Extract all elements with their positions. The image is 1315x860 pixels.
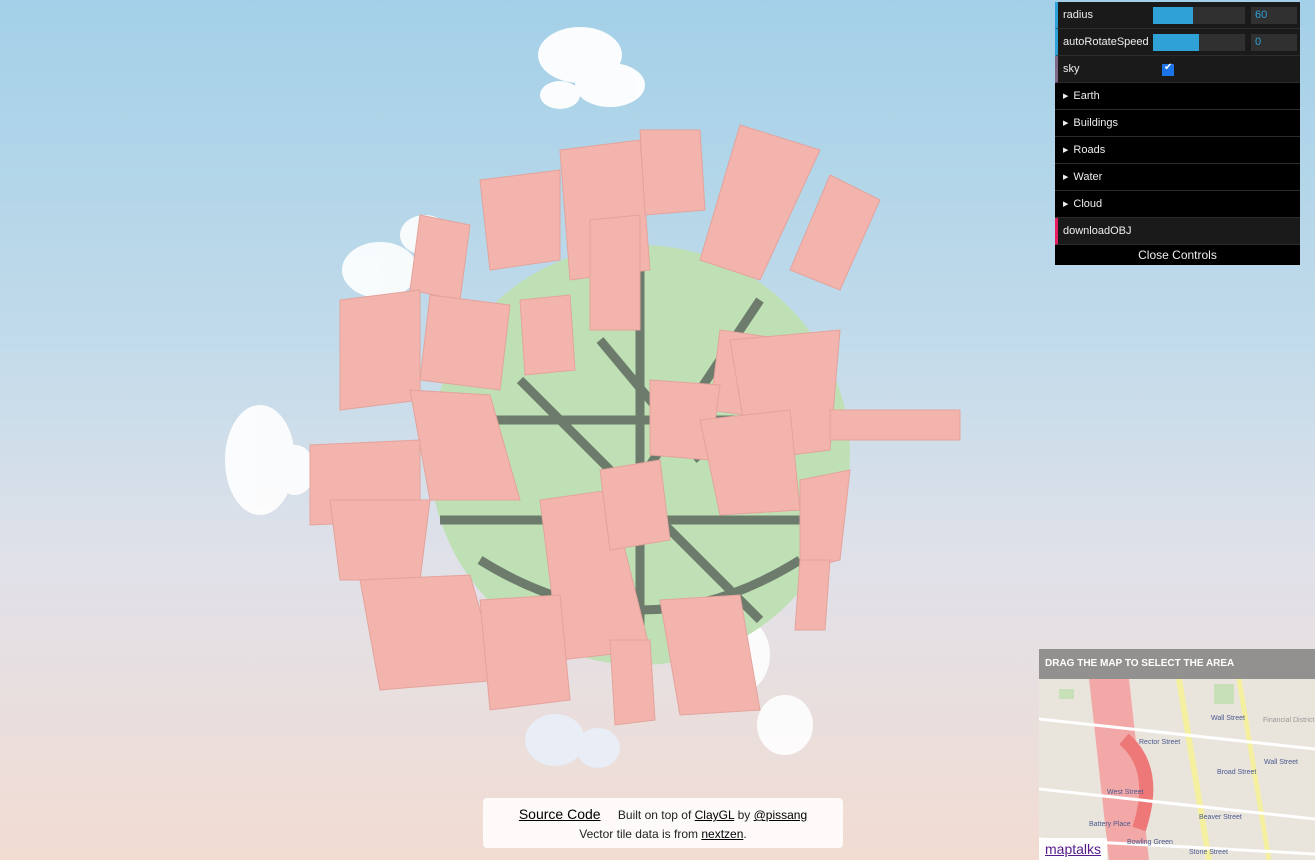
map-label: Wall Street	[1264, 759, 1298, 766]
controls-panel: radius 60 autoRotateSpeed 0 sky ✔ ▶ Eart…	[1055, 2, 1300, 265]
period-text: .	[743, 827, 747, 841]
sky-control[interactable]: sky ✔	[1055, 56, 1300, 83]
triangle-right-icon: ▶	[1063, 120, 1069, 127]
folder-buildings[interactable]: ▶ Buildings	[1055, 110, 1300, 137]
cloud-icon	[225, 405, 315, 515]
cloud-icon	[525, 714, 620, 768]
minimap-header: DRAG THE MAP TO SELECT THE AREA	[1039, 649, 1315, 679]
auto-rotate-speed-control[interactable]: autoRotateSpeed 0	[1055, 29, 1300, 56]
folder-earth[interactable]: ▶ Earth	[1055, 83, 1300, 110]
radius-slider[interactable]	[1153, 7, 1245, 24]
info-box: Source Code Built on top of ClayGL by @p…	[483, 798, 843, 848]
download-obj-label: downloadOBJ	[1063, 225, 1132, 237]
minimap-tiles[interactable]	[1039, 679, 1315, 860]
sky-label: sky	[1063, 63, 1080, 75]
map-label: Bowling Green	[1127, 839, 1173, 846]
auto-rotate-speed-input[interactable]: 0	[1251, 34, 1297, 51]
folder-label: Roads	[1073, 144, 1106, 156]
folder-roads[interactable]: ▶ Roads	[1055, 137, 1300, 164]
maptalks-link[interactable]: maptalks	[1039, 838, 1108, 860]
folder-label: Earth	[1073, 90, 1100, 102]
triangle-right-icon: ▶	[1063, 174, 1069, 181]
radius-label: radius	[1063, 9, 1093, 21]
close-controls-button[interactable]: Close Controls	[1055, 245, 1300, 265]
author-link[interactable]: @pissang	[754, 808, 808, 822]
minimap[interactable]: DRAG THE MAP TO SELECT THE AREA Wall Str…	[1039, 649, 1315, 860]
sky-checkbox[interactable]: ✔	[1162, 62, 1174, 76]
triangle-right-icon: ▶	[1063, 201, 1069, 208]
claygl-link[interactable]: ClayGL	[695, 808, 735, 822]
checkmark-icon: ✔	[1164, 62, 1173, 73]
triangle-right-icon: ▶	[1063, 93, 1069, 100]
map-label: Beaver Street	[1199, 814, 1242, 821]
map-label: West Street	[1107, 789, 1144, 796]
download-obj-button[interactable]: downloadOBJ	[1055, 218, 1300, 245]
map-label: Rector Street	[1139, 739, 1181, 746]
auto-rotate-speed-slider[interactable]	[1153, 34, 1245, 51]
map-label: Broad Street	[1217, 769, 1257, 776]
by-text: by	[737, 808, 751, 822]
folder-water[interactable]: ▶ Water	[1055, 164, 1300, 191]
triangle-right-icon: ▶	[1063, 147, 1069, 154]
folder-label: Water	[1073, 171, 1103, 183]
folder-cloud[interactable]: ▶ Cloud	[1055, 191, 1300, 218]
map-label: Financial District	[1263, 717, 1315, 724]
map-label: Wall Street	[1211, 715, 1245, 722]
source-code-link[interactable]: Source Code	[519, 806, 601, 822]
radius-control[interactable]: radius 60	[1055, 2, 1300, 29]
folder-label: Buildings	[1073, 117, 1119, 129]
radius-input[interactable]: 60	[1251, 7, 1297, 24]
cloud-icon	[538, 27, 645, 109]
folder-label: Cloud	[1073, 198, 1103, 210]
data-source-text: Vector tile data is from	[579, 827, 698, 841]
auto-rotate-speed-label: autoRotateSpeed	[1063, 36, 1149, 48]
nextzen-link[interactable]: nextzen	[701, 827, 743, 841]
built-prefix: Built on top of	[617, 808, 692, 822]
map-label: Battery Place	[1089, 821, 1131, 828]
map-label: Stone Street	[1189, 849, 1228, 856]
